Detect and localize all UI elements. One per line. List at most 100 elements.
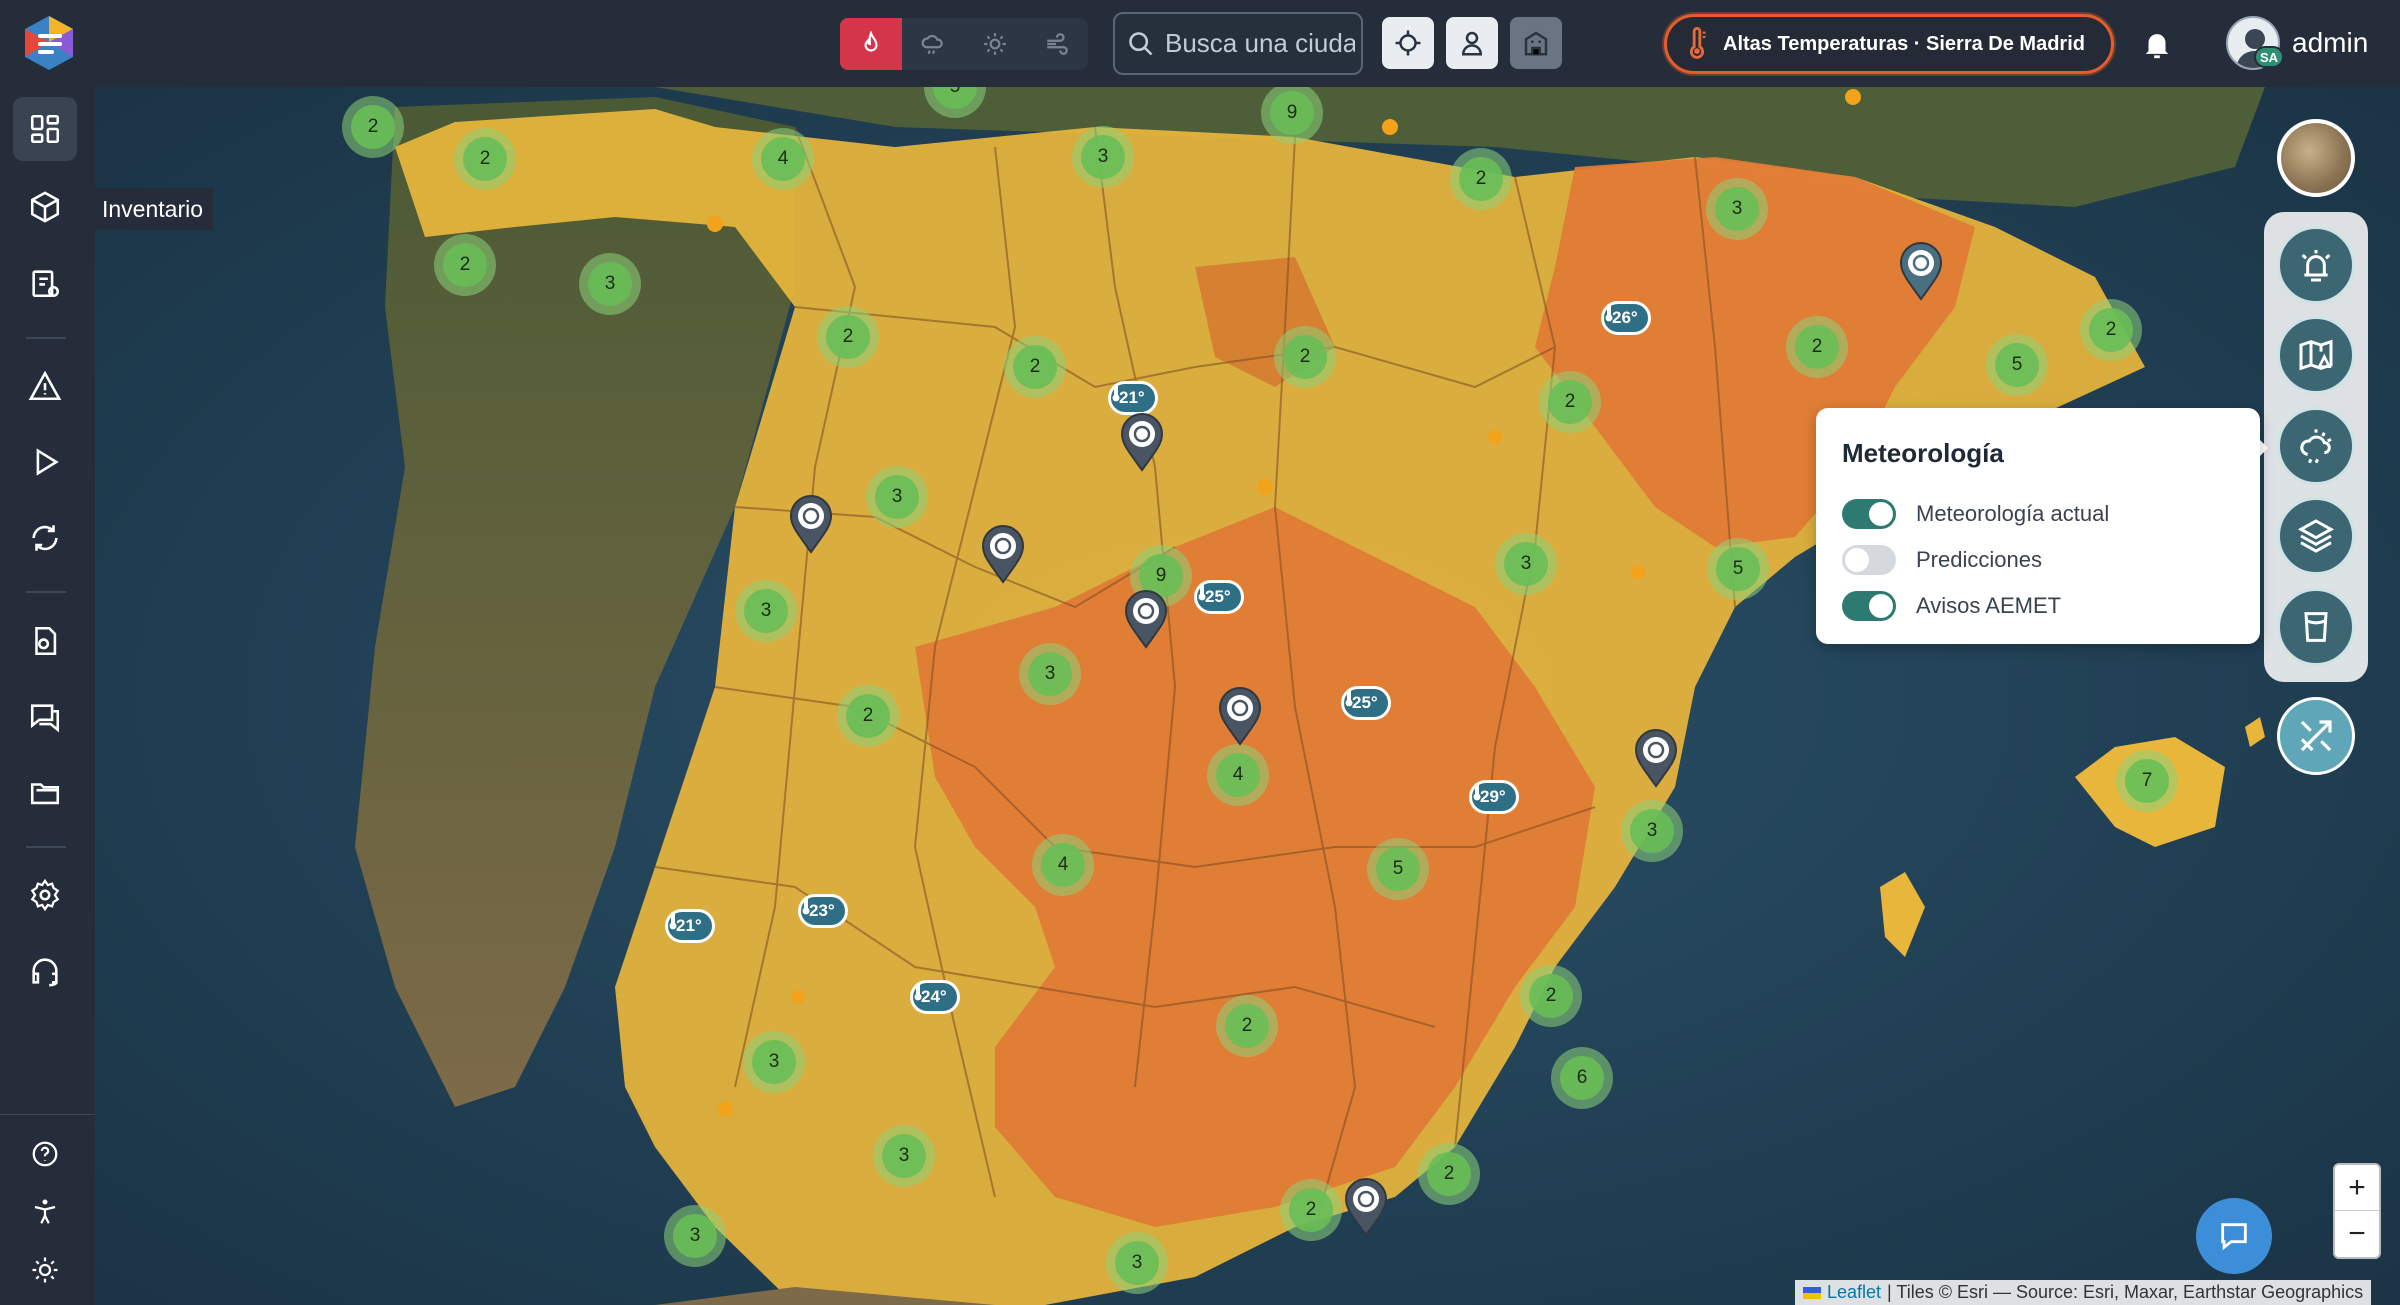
app-logo[interactable] [18,12,80,74]
map-marker[interactable] [1343,1177,1389,1237]
locate-button[interactable] [1382,17,1434,69]
sidebar-item-messages[interactable] [13,685,77,749]
cluster-marker[interactable]: 3 [866,466,928,528]
zoom-out-button[interactable]: − [2335,1211,2379,1257]
cluster-marker[interactable]: 5 [1367,838,1429,900]
messages-icon [30,704,60,733]
map-marker[interactable] [788,494,834,554]
sidebar-item-sync[interactable] [13,506,77,570]
sidebar-item-alerts[interactable] [13,354,77,418]
layers-button[interactable] [2277,497,2355,575]
cluster-marker[interactable]: 3 [735,580,797,642]
sidebar-item-help[interactable] [13,1122,77,1186]
zoom-in-button[interactable]: + [2335,1165,2379,1211]
cluster-marker[interactable]: 2 [1418,1143,1480,1205]
cluster-marker[interactable]: 3 [743,1031,805,1093]
map-alerts-button[interactable] [2277,316,2355,394]
cluster-marker[interactable]: 3 [1106,1232,1168,1294]
sidebar-item-support[interactable] [13,939,77,1003]
temperature-badge[interactable]: 25° [1194,580,1244,614]
facilities-button[interactable] [1510,17,1562,69]
rain-mode-button[interactable] [902,18,964,70]
username[interactable]: admin [2292,27,2368,59]
bell-icon[interactable] [2140,26,2174,62]
temperature-badge[interactable]: 21° [665,909,715,943]
map-marker[interactable] [980,524,1026,584]
sidebar-item-reports[interactable] [13,251,77,315]
current-weather-toggle[interactable] [1842,499,1896,529]
sidebar-item-documents[interactable] [13,609,77,673]
cluster-marker[interactable]: 2 [1786,316,1848,378]
sidebar-item-dashboard[interactable] [13,97,77,161]
cluster-marker[interactable]: 3 [1495,533,1557,595]
cluster-marker[interactable]: 2 [837,685,899,747]
city-search-input[interactable] [1165,28,1355,59]
sidebar-item-theme[interactable] [13,1238,77,1302]
city-search[interactable] [1113,12,1363,75]
sidebar-item-settings[interactable] [13,863,77,927]
sidebar-item-files[interactable] [13,761,77,825]
cluster-marker[interactable]: 2 [454,128,516,190]
cluster-marker[interactable]: 2 [2080,299,2142,361]
aemet-warnings-toggle[interactable] [1842,591,1896,621]
cluster-marker[interactable]: 2 [1004,336,1066,398]
temperature-badge[interactable]: 25° [1341,686,1391,720]
cluster-marker[interactable]: 3 [1072,126,1134,188]
cluster-marker[interactable]: 2 [1216,995,1278,1057]
cluster-marker[interactable]: 3 [873,1125,935,1187]
predictions-toggle[interactable] [1842,545,1896,575]
alarms-button[interactable] [2277,226,2355,304]
wind-mode-button[interactable] [1026,18,1088,70]
cluster-marker[interactable]: 6 [1551,1047,1613,1109]
toggle-row-current-weather[interactable]: Meteorología actual [1842,491,2234,537]
fire-mode-button[interactable] [840,18,902,70]
tools-button[interactable] [2277,697,2355,775]
cluster-marker[interactable]: 2 [342,96,404,158]
active-alert-pill[interactable]: Altas Temperaturas · Sierra De Madrid [1664,14,2114,74]
map-marker[interactable] [1217,686,1263,746]
thermometer-icon [1198,583,1206,601]
cluster-marker[interactable]: 3 [664,1205,726,1267]
sidebar-item-accessibility[interactable] [13,1180,77,1244]
map-marker[interactable] [1633,728,1679,788]
cluster-marker[interactable]: 4 [1207,744,1269,806]
map-marker[interactable] [1898,241,1944,301]
cluster-marker[interactable]: 3 [1621,800,1683,862]
temperature-badge[interactable]: 29° [1469,780,1519,814]
cluster-marker[interactable]: 5 [1986,334,2048,396]
bin-button[interactable] [2277,588,2355,666]
cluster-marker[interactable]: 2 [434,234,496,296]
cluster-marker[interactable]: 2 [1274,326,1336,388]
cluster-marker[interactable]: 4 [1032,834,1094,896]
temperature-badge[interactable]: 24° [910,980,960,1014]
heat-mode-button[interactable] [964,18,1026,70]
weather-icon [2300,429,2332,464]
cluster-marker[interactable]: 7 [2116,750,2178,812]
cluster-marker[interactable]: 5 [1707,538,1769,600]
cluster-marker[interactable]: 2 [817,306,879,368]
cluster-marker[interactable]: 2 [1539,371,1601,433]
chat-button[interactable] [2196,1198,2272,1274]
toggle-row-predictions[interactable]: Predicciones [1842,537,2234,583]
temperature-badge[interactable]: 21° [1108,381,1158,415]
sidebar-item-inventory[interactable] [13,175,77,239]
sidebar-item-simulations[interactable] [13,430,77,494]
map-marker[interactable] [1123,589,1169,649]
vehicle-icon [1124,590,1168,649]
leaflet-link[interactable]: Leaflet [1827,1282,1881,1303]
cluster-marker[interactable]: 2 [1280,1179,1342,1241]
toggle-row-aemet-warnings[interactable]: Avisos AEMET [1842,583,2234,629]
cluster-marker[interactable]: 3 [1019,643,1081,705]
weather-button[interactable] [2277,407,2355,485]
map-canvas[interactable]: 22439523232222522339353243457226332233 2… [95,87,2400,1305]
map-marker[interactable] [1119,412,1165,472]
temperature-badge[interactable]: 26° [1601,301,1651,335]
user-location-button[interactable] [1446,17,1498,69]
temperature-badge[interactable]: 23° [798,894,848,928]
basemap-thumbnail[interactable] [2277,119,2355,197]
cluster-marker[interactable]: 3 [1706,178,1768,240]
cluster-marker[interactable]: 3 [579,253,641,315]
cluster-marker[interactable]: 2 [1520,965,1582,1027]
cluster-marker[interactable]: 4 [752,128,814,190]
cluster-marker[interactable]: 2 [1450,148,1512,210]
